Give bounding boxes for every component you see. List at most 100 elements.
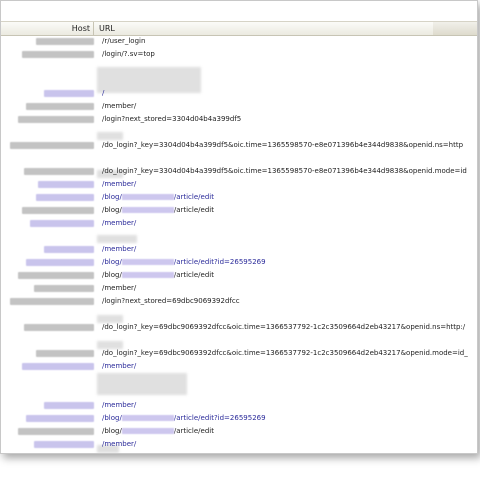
request-row[interactable]: /do_login?_key=69dbc9069392dfcc&oic.time… bbox=[1, 321, 477, 334]
request-row[interactable]: /login/?.sv=top bbox=[1, 48, 477, 61]
request-row[interactable]: /member/ bbox=[1, 399, 477, 412]
host-cell-redacted bbox=[24, 324, 94, 331]
url-cell: /member/ bbox=[102, 284, 137, 292]
host-cell-redacted bbox=[36, 194, 94, 201]
request-row[interactable]: /do_login?_key=3304d04b4a399df5&oic.time… bbox=[1, 165, 477, 178]
host-cell-redacted bbox=[18, 116, 94, 123]
request-row[interactable] bbox=[1, 386, 477, 399]
url-cell: /member/ bbox=[102, 362, 137, 370]
header-filler bbox=[433, 22, 477, 35]
request-row[interactable]: /blog/ /article/edit?id=26595269 bbox=[1, 256, 477, 269]
blog-name-redacted bbox=[121, 428, 174, 434]
request-row[interactable]: /member/ bbox=[1, 100, 477, 113]
request-row[interactable] bbox=[1, 74, 477, 87]
request-row[interactable]: /blog/ /article/edit bbox=[1, 425, 477, 438]
url-suffix: /article/edit?id=26595269 bbox=[173, 414, 266, 422]
host-cell-redacted bbox=[34, 285, 94, 292]
url-column-header[interactable]: URL bbox=[99, 22, 115, 35]
url-cell: /login?next_stored=3304d04b4a399df5 bbox=[102, 115, 242, 123]
request-row[interactable] bbox=[1, 334, 477, 347]
request-row[interactable]: /member/ bbox=[1, 438, 477, 451]
host-cell-redacted bbox=[18, 272, 94, 279]
request-row[interactable]: /blog/ /article/edit bbox=[1, 269, 477, 282]
request-row[interactable] bbox=[1, 152, 477, 165]
url-prefix: /blog/ bbox=[102, 427, 122, 435]
url-cell: /blog/ /article/edit bbox=[102, 269, 214, 282]
url-cell: / bbox=[102, 89, 105, 97]
request-row[interactable]: /do_login?_key=69dbc9069392dfcc&oic.time… bbox=[1, 347, 477, 360]
host-cell-redacted bbox=[22, 51, 94, 58]
request-row[interactable]: /r/user_login bbox=[1, 35, 477, 48]
request-row[interactable]: /member/ bbox=[1, 217, 477, 230]
host-cell-redacted bbox=[22, 207, 94, 214]
request-row[interactable]: /login?next_stored=3304d04b4a399df5 bbox=[1, 113, 477, 126]
url-cell: /member/ bbox=[102, 245, 137, 253]
request-row[interactable]: /blog/ /article/edit bbox=[1, 204, 477, 217]
request-row[interactable]: / bbox=[1, 87, 477, 100]
host-column-header[interactable]: Host bbox=[1, 22, 94, 35]
request-row[interactable]: /member/ bbox=[1, 360, 477, 373]
host-cell-redacted bbox=[24, 168, 94, 175]
url-suffix: /article/edit bbox=[173, 271, 214, 279]
blog-name-redacted bbox=[121, 415, 174, 421]
host-cell-redacted bbox=[26, 103, 94, 110]
url-prefix: /blog/ bbox=[102, 271, 122, 279]
request-row[interactable] bbox=[1, 126, 477, 139]
url-prefix: /blog/ bbox=[102, 258, 122, 266]
request-row[interactable] bbox=[1, 373, 477, 386]
host-cell-redacted bbox=[22, 363, 94, 370]
url-cell: /member/ bbox=[102, 102, 137, 110]
url-cell: /blog/ /article/edit?id=26595269 bbox=[102, 412, 266, 425]
request-row[interactable] bbox=[1, 308, 477, 321]
host-cell-redacted bbox=[26, 415, 94, 422]
host-cell-redacted bbox=[36, 38, 94, 45]
request-list: /r/user_login/login/?.sv=top / /member/ /lo… bbox=[1, 35, 477, 453]
url-cell: /blog/ /article/edit?id=26595269 bbox=[102, 256, 266, 269]
url-cell: /r/user_login bbox=[102, 37, 146, 45]
host-cell-redacted bbox=[30, 220, 94, 227]
request-row[interactable]: /login?next_stored=69dbc9069392dfcc bbox=[1, 295, 477, 308]
url-prefix: /blog/ bbox=[102, 193, 122, 201]
url-cell: /member/ bbox=[102, 401, 137, 409]
url-prefix: /blog/ bbox=[102, 206, 122, 214]
host-cell-redacted bbox=[18, 428, 94, 435]
blog-name-redacted bbox=[121, 272, 174, 278]
request-row[interactable]: /blog/ /article/edit?id=26595269 bbox=[1, 412, 477, 425]
host-cell-redacted bbox=[44, 402, 94, 409]
request-row[interactable]: /member/ bbox=[1, 178, 477, 191]
host-cell-redacted bbox=[10, 142, 94, 149]
blog-name-redacted bbox=[121, 207, 174, 213]
url-cell: /login?next_stored=69dbc9069392dfcc bbox=[102, 297, 240, 305]
url-cell: /do_login?_key=69dbc9069392dfcc&oic.time… bbox=[102, 323, 466, 331]
request-row[interactable]: /member/ bbox=[1, 282, 477, 295]
http-log-window: Host URL /r/user_login/login/?.sv=top / /m… bbox=[0, 0, 478, 454]
blog-name-redacted bbox=[121, 194, 174, 200]
url-cell: /member/ bbox=[102, 219, 137, 227]
blog-name-redacted bbox=[121, 259, 174, 265]
host-cell-redacted bbox=[10, 298, 94, 305]
host-cell-redacted bbox=[44, 246, 94, 253]
request-row[interactable]: /do_login?_key=3304d04b4a399df5&oic.time… bbox=[1, 139, 477, 152]
url-cell: /blog/ /article/edit bbox=[102, 425, 214, 438]
url-suffix: /article/edit bbox=[173, 193, 214, 201]
url-cell: /blog/ /article/edit bbox=[102, 191, 214, 204]
host-cell-redacted bbox=[34, 441, 94, 448]
url-cell: /blog/ /article/edit bbox=[102, 204, 214, 217]
url-prefix: /blog/ bbox=[102, 414, 122, 422]
url-cell: /do_login?_key=3304d04b4a399df5&oic.time… bbox=[102, 141, 464, 149]
host-cell-redacted bbox=[44, 90, 94, 97]
url-suffix: /article/edit?id=26595269 bbox=[173, 258, 266, 266]
url-cell: /member/ bbox=[102, 180, 137, 188]
host-cell-redacted bbox=[36, 350, 94, 357]
url-suffix: /article/edit bbox=[173, 427, 214, 435]
request-row[interactable] bbox=[1, 230, 477, 243]
url-cell: /member/ bbox=[102, 440, 137, 448]
request-row[interactable]: /member/ bbox=[1, 243, 477, 256]
request-row[interactable]: /blog/ /article/edit bbox=[1, 191, 477, 204]
request-row[interactable] bbox=[1, 61, 477, 74]
url-cell: /do_login?_key=69dbc9069392dfcc&oic.time… bbox=[102, 349, 468, 357]
host-cell-redacted bbox=[38, 181, 94, 188]
url-cell: /login/?.sv=top bbox=[102, 50, 155, 58]
column-header-bar: Host URL bbox=[1, 21, 477, 36]
url-suffix: /article/edit bbox=[173, 206, 214, 214]
